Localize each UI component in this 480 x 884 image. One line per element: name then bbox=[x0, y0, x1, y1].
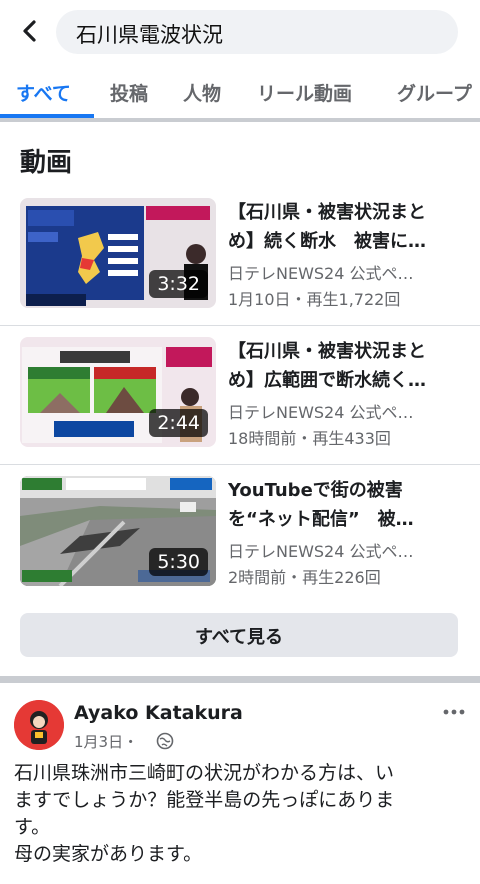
tab-reels[interactable]: リール動画 bbox=[257, 79, 352, 106]
video-result[interactable]: 2:44 【石川県・被害状況まと め】広範囲で断水続く… 日テレNEWS24 公… bbox=[0, 325, 480, 463]
tab-people[interactable]: 人物 bbox=[183, 79, 221, 106]
search-query: 石川県電波状況 bbox=[76, 23, 223, 47]
video-title[interactable]: 【石川県・被害状況まと め】続く断水 被害に… bbox=[228, 198, 464, 256]
section-divider bbox=[0, 676, 480, 683]
tab-all[interactable]: すべて bbox=[16, 79, 71, 106]
back-arrow-icon[interactable] bbox=[14, 14, 48, 48]
video-source[interactable]: 日テレNEWS24 公式ペ… bbox=[228, 399, 460, 423]
video-duration: 2:44 bbox=[149, 409, 208, 437]
video-meta: 18時間前・再生433回 bbox=[228, 429, 391, 448]
video-result[interactable]: 3:32 【石川県・被害状況まと め】続く断水 被害に… 日テレNEWS24 公… bbox=[0, 186, 480, 324]
see-all-button[interactable]: すべて見る bbox=[20, 613, 458, 657]
video-result[interactable]: 5:30 YouTubeで街の被害 を“ネット配信” 被… 日テレNEWS24 … bbox=[0, 464, 480, 602]
post-text: 石川県珠洲市三崎町の状況がわかる方は、い ますでしょうか？能登半島の先っぽにあり… bbox=[14, 762, 395, 865]
video-thumbnail: 2:44 bbox=[20, 337, 216, 447]
video-source[interactable]: 日テレNEWS24 公式ペ… bbox=[228, 538, 460, 562]
tabs-divider bbox=[0, 118, 480, 122]
video-meta: 1月10日・再生1,722回 bbox=[228, 290, 401, 309]
video-meta: 2時間前・再生226回 bbox=[228, 568, 381, 587]
video-source[interactable]: 日テレNEWS24 公式ペ… bbox=[228, 260, 460, 284]
video-title[interactable]: YouTubeで街の被害 を“ネット配信” 被… bbox=[228, 476, 464, 534]
globe-icon bbox=[156, 732, 174, 750]
section-title-videos: 動画 bbox=[20, 148, 73, 178]
video-title[interactable]: 【石川県・被害状況まと め】広範囲で断水続く… bbox=[228, 337, 464, 395]
video-thumbnail: 3:32 bbox=[20, 198, 216, 308]
video-duration: 5:30 bbox=[149, 548, 208, 576]
filter-tabs: すべて 投稿 人物 リール動画 グループ bbox=[0, 66, 480, 118]
video-duration: 3:32 bbox=[149, 270, 208, 298]
tab-posts[interactable]: 投稿 bbox=[110, 79, 148, 106]
post-date[interactable]: 1月3日・ bbox=[74, 731, 138, 752]
search-input[interactable]: 石川県電波状況 bbox=[56, 10, 458, 54]
video-thumbnail: 5:30 bbox=[20, 476, 216, 586]
top-bar: 石川県電波状況 bbox=[0, 0, 480, 66]
see-all-label: すべて見る bbox=[194, 627, 284, 648]
post-author[interactable]: Ayako Katakura bbox=[74, 702, 243, 724]
avatar[interactable] bbox=[14, 700, 64, 750]
tab-groups[interactable]: グループ bbox=[397, 79, 472, 106]
more-options-icon[interactable] bbox=[440, 700, 468, 724]
